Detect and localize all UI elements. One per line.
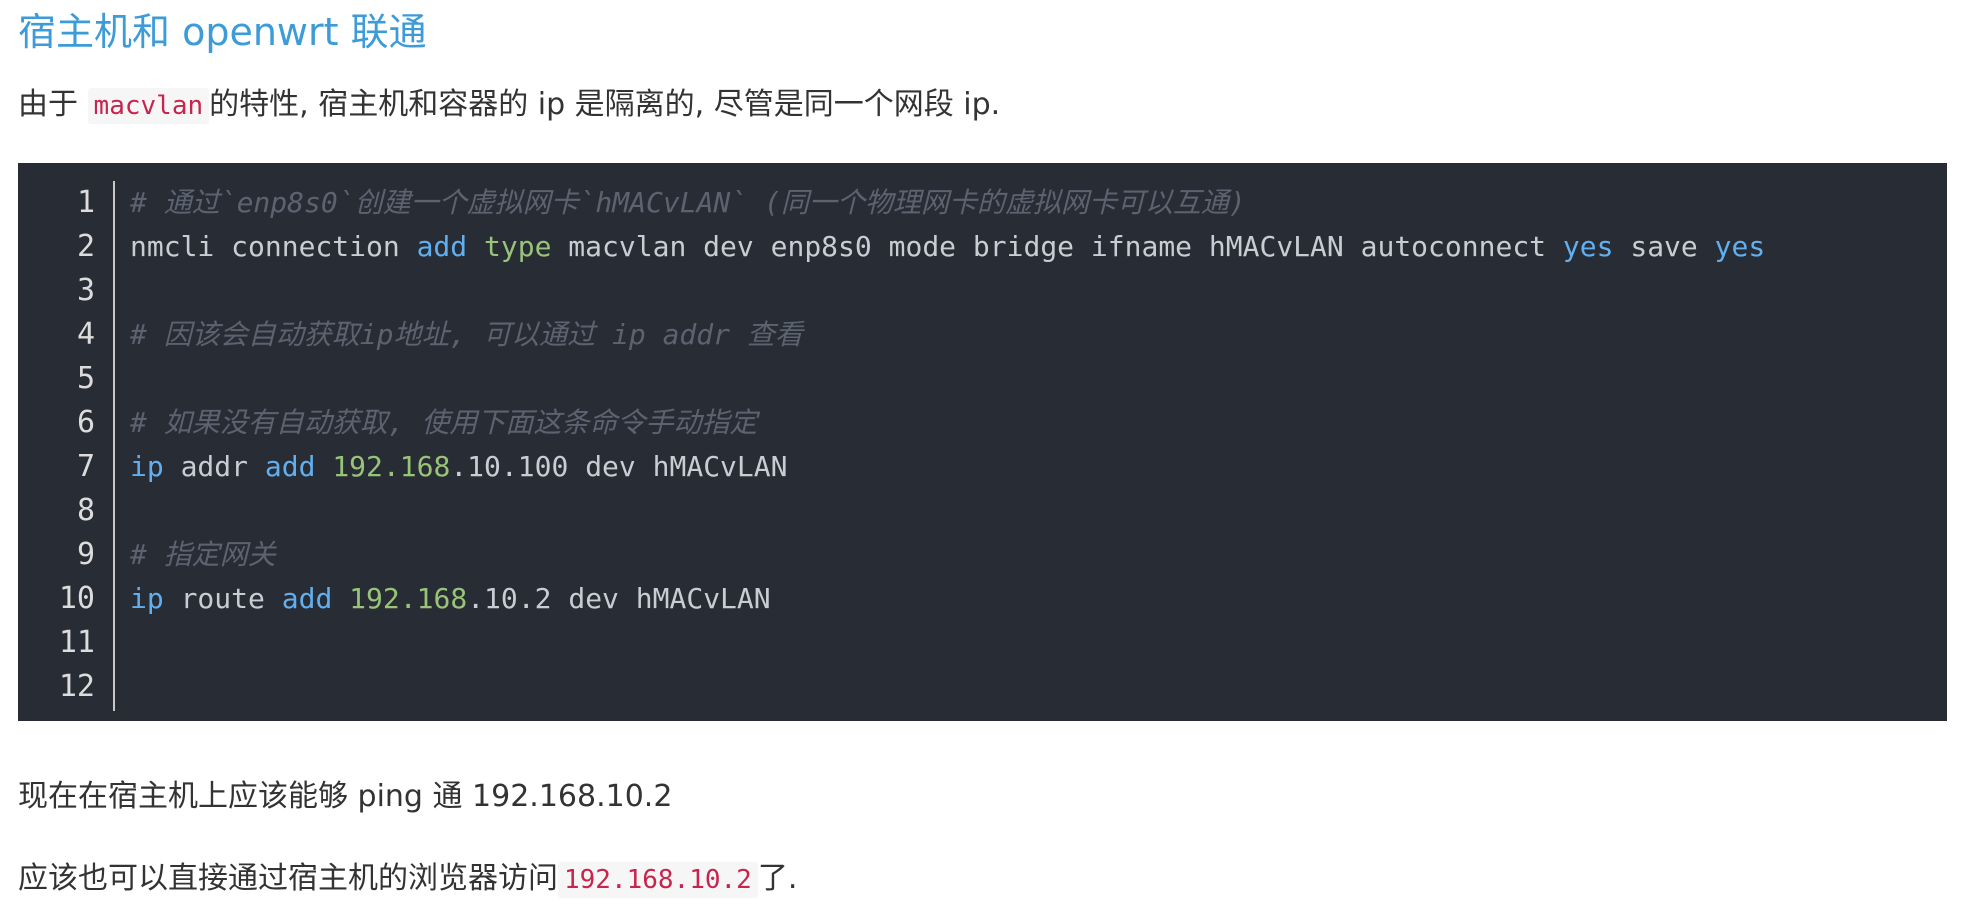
code-comment: # 通过`enp8s0`创建一个虚拟网卡`hMACvLAN` (同一个物理网卡的… — [130, 186, 1246, 219]
code-line-1: # 通过`enp8s0`创建一个虚拟网卡`hMACvLAN` (同一个物理网卡的… — [130, 181, 1765, 225]
line-number: 1 — [76, 185, 95, 220]
code-keyword: add — [264, 450, 316, 483]
line-number: 8 — [76, 493, 95, 528]
line-number: 10 — [58, 581, 95, 616]
code-comment: # 如果没有自动获取, 使用下面这条命令手动指定 — [130, 406, 758, 439]
line-number: 3 — [76, 273, 95, 308]
code-comment: # 指定网关 — [130, 538, 276, 571]
line-number: 11 — [58, 625, 95, 660]
line-number: 2 — [76, 229, 95, 264]
line-number: 9 — [76, 537, 95, 572]
browser-text-before: 应该也可以直接通过宿主机的浏览器访问 — [18, 861, 558, 896]
code-text: nmcli connection — [130, 230, 417, 263]
code-text: route — [163, 582, 282, 615]
code-line-4: # 因该会自动获取ip地址, 可以通过 ip addr 查看 — [130, 313, 1765, 357]
line-number: 7 — [76, 449, 95, 484]
code-line-10: ip route add 192.168.10.2 dev hMACvLAN — [130, 577, 1765, 621]
line-number: 6 — [76, 405, 95, 440]
code-keyword: yes — [1562, 230, 1614, 263]
code-line-9: # 指定网关 — [130, 533, 1765, 577]
code-number: 192.168 — [332, 450, 451, 483]
code-text: .10.2 dev hMACvLAN — [467, 582, 771, 615]
code-keyword: ip — [130, 582, 164, 615]
code-keyword: add — [281, 582, 333, 615]
code-comment: # 因该会自动获取ip地址, 可以通过 ip addr 查看 — [130, 318, 803, 351]
line-number: 4 — [76, 317, 95, 352]
line-number: 5 — [76, 361, 95, 396]
browser-text-after: 了. — [757, 861, 798, 896]
code-type: type — [484, 230, 552, 263]
intro-text-after: 的特性, 宿主机和容器的 ip 是隔离的, 尽管是同一个网段 ip. — [209, 87, 1001, 122]
article: 宿主机和 openwrt 联通 由于 macvlan 的特性, 宿主机和容器的 i… — [0, 0, 1966, 914]
browser-paragraph: 应该也可以直接通过宿主机的浏览器访问 192.168.10.2 了. — [18, 857, 797, 902]
section-heading: 宿主机和 openwrt 联通 — [18, 10, 427, 54]
code-keyword: add — [416, 230, 468, 263]
code-text: .10.100 dev hMACvLAN — [450, 450, 788, 483]
intro-text-before: 由于 — [18, 87, 88, 122]
code-block[interactable]: 1 2 3 4 5 6 7 8 9 10 11 12 # 通过`enp8s0`创… — [18, 163, 1947, 721]
code-line-6: # 如果没有自动获取, 使用下面这条命令手动指定 — [130, 401, 1765, 445]
code-keyword: yes — [1714, 230, 1766, 263]
code-line-2: nmcli connection add type macvlan dev en… — [130, 225, 1765, 269]
code-keyword: ip — [130, 450, 164, 483]
code-text: macvlan dev enp8s0 mode bridge ifname hM… — [551, 230, 1563, 263]
code-text: save — [1613, 230, 1715, 263]
ping-paragraph: 现在在宿主机上应该能够 ping 通 192.168.10.2 — [18, 779, 673, 814]
line-number: 12 — [58, 669, 95, 704]
code-number: 192.168 — [349, 582, 468, 615]
code-line-7: ip addr add 192.168.10.100 dev hMACvLAN — [130, 445, 1765, 489]
code-text: addr — [163, 450, 265, 483]
inline-code-macvlan: macvlan — [87, 88, 210, 124]
inline-code-ip: 192.168.10.2 — [558, 862, 758, 898]
intro-paragraph: 由于 macvlan 的特性, 宿主机和容器的 ip 是隔离的, 尽管是同一个网段… — [18, 83, 1000, 128]
line-number-gutter: 1 2 3 4 5 6 7 8 9 10 11 12 — [18, 181, 115, 711]
code-lines[interactable]: # 通过`enp8s0`创建一个虚拟网卡`hMACvLAN` (同一个物理网卡的… — [130, 181, 1765, 709]
